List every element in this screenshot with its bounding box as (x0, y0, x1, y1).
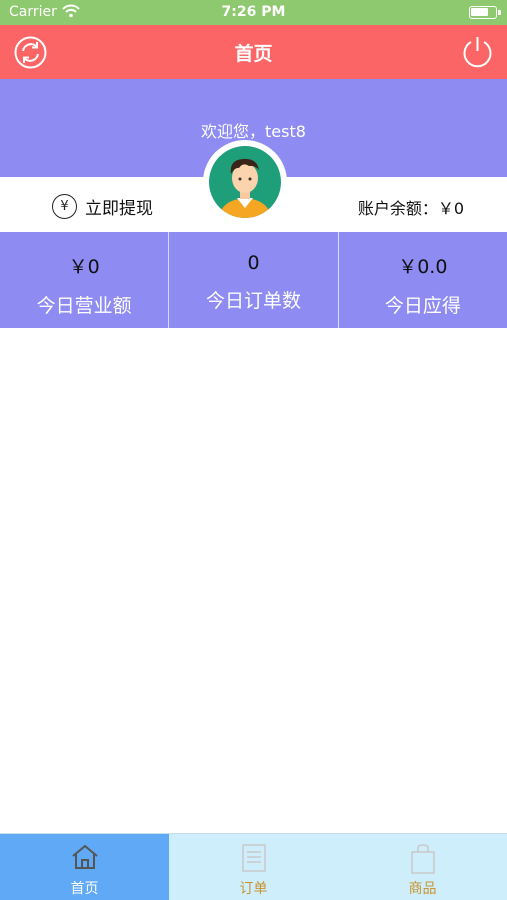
withdraw-label: 立即提现 (85, 198, 153, 219)
tab-products[interactable]: 商品 (338, 834, 507, 900)
stat-today-earnings: ￥0.0 今日应得 (338, 232, 507, 328)
power-icon[interactable] (461, 35, 494, 69)
tab-orders[interactable]: 订单 (169, 834, 338, 900)
stat-value: ￥0 (68, 256, 100, 278)
stats-row: ￥0 今日营业额 0 今日订单数 ￥0.0 今日应得 (0, 232, 507, 328)
welcome-text: 欢迎您，test8 (201, 122, 306, 141)
tab-bar: 首页 订单 商品 (0, 833, 507, 900)
stat-today-revenue: ￥0 今日营业额 (0, 232, 170, 328)
stat-value: 0 (247, 252, 260, 274)
stat-caption: 今日订单数 (205, 290, 301, 312)
tab-products-label: 商品 (408, 881, 437, 897)
tab-home[interactable]: 首页 (0, 834, 169, 900)
order-list-icon (241, 844, 266, 872)
tab-home-label: 首页 (70, 881, 99, 897)
stat-caption: 今日营业额 (36, 295, 132, 317)
stat-today-orders: 0 今日订单数 (169, 232, 339, 328)
stat-caption: 今日应得 (384, 295, 461, 317)
status-bar: Carrier 7:26 PM (0, 0, 507, 25)
battery-icon (469, 6, 501, 19)
tab-orders-label: 订单 (239, 881, 268, 897)
page-title: 首页 (234, 43, 273, 65)
home-icon (71, 844, 98, 869)
yen-circle-icon: ¥ (52, 193, 77, 219)
avatar-icon (209, 146, 281, 218)
account-balance: 账户余额：￥0 (357, 199, 464, 218)
stat-value: ￥0.0 (398, 256, 448, 278)
shopping-bag-icon (410, 844, 435, 874)
withdraw-button[interactable]: ¥ 立即提现 (52, 193, 153, 219)
clock: 7:26 PM (221, 4, 286, 20)
nav-bar: 首页 (0, 25, 507, 79)
avatar[interactable] (203, 140, 287, 224)
